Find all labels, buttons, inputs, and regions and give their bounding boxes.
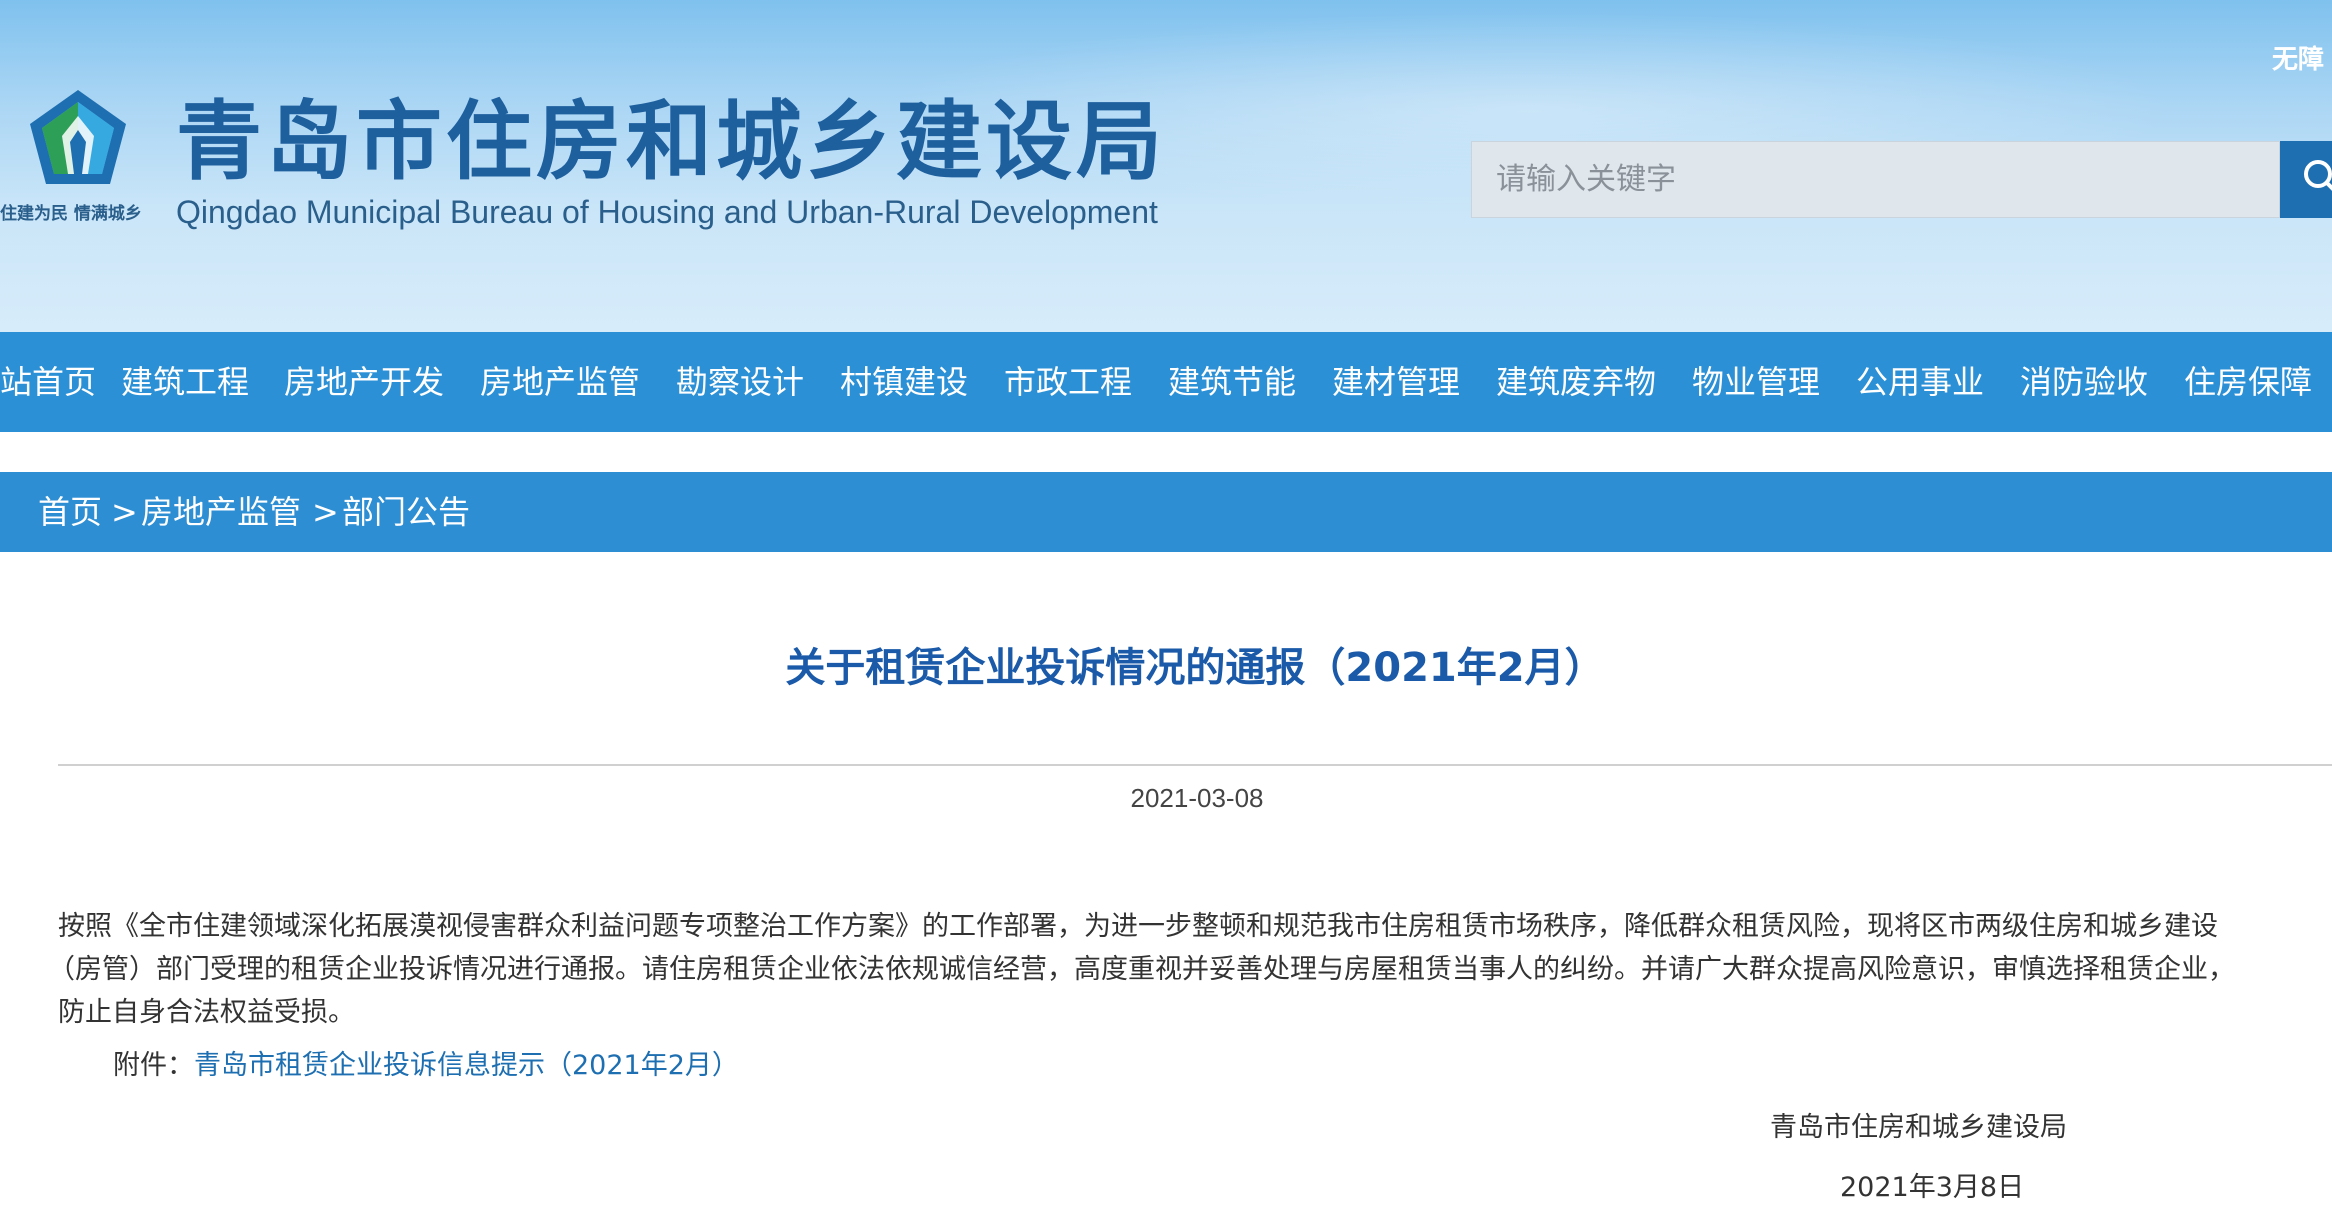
site-subtitle: Qingdao Municipal Bureau of Housing and … <box>176 194 1158 230</box>
breadcrumb-home[interactable]: 首页 <box>38 472 102 552</box>
search-button[interactable] <box>2280 141 2332 218</box>
nav-item-municipal-engineering[interactable]: 市政工程 <box>1004 332 1132 432</box>
site-title: 青岛市住房和城乡建设局 <box>176 92 1166 192</box>
main-nav: 网站首页 建筑工程 房地产开发 房地产监管 勘察设计 村镇建设 市政工程 建筑节… <box>0 332 2332 432</box>
article-body-line: （房管）部门受理的租赁企业投诉情况进行通报。请住房租赁企业依法依规诚信经营，高度… <box>48 954 2235 985</box>
search-input[interactable] <box>1471 141 2280 218</box>
breadcrumb: 首页 > 房地产监管 > 部门公告 <box>0 472 2332 552</box>
publish-date: 2021-03-08 <box>1130 783 1264 813</box>
nav-item-real-estate-supervision[interactable]: 房地产监管 <box>480 332 640 432</box>
signature-date: 2021年3月8日 <box>1840 1172 2025 1203</box>
attachment: 附件：青岛市租赁企业投诉信息提示（2021年2月） <box>113 1046 739 1086</box>
logo-emblem-icon <box>30 90 126 184</box>
article-body-line: 按照《全市住建领域深化拓展漠视侵害群众利益问题专项整治工作方案》的工作部署，为进… <box>58 911 2218 942</box>
article-body: 按照《全市住建领域深化拓展漠视侵害群众利益问题专项整治工作方案》的工作部署，为进… <box>48 905 2332 1034</box>
title-divider <box>58 764 2332 766</box>
nav-item-public-utilities[interactable]: 公用事业 <box>1856 332 1984 432</box>
nav-item-construction-waste[interactable]: 建筑废弃物 <box>1496 332 1656 432</box>
nav-item-village-construction[interactable]: 村镇建设 <box>840 332 968 432</box>
article-title: 关于租赁企业投诉情况的通报（2021年2月） <box>785 645 1605 691</box>
nav-item-property-management[interactable]: 物业管理 <box>1692 332 1820 432</box>
breadcrumb-department-notices[interactable]: 部门公告 <box>342 472 470 552</box>
article-body-line: 防止自身合法权益受损。 <box>58 997 355 1028</box>
nav-item-real-estate-development[interactable]: 房地产开发 <box>284 332 444 432</box>
nav-item-construction[interactable]: 建筑工程 <box>121 332 249 432</box>
attachment-label: 附件： <box>113 1050 194 1081</box>
signature-organization: 青岛市住房和城乡建设局 <box>1770 1112 2067 1143</box>
breadcrumb-separator: > <box>312 493 339 531</box>
nav-item-building-materials[interactable]: 建材管理 <box>1332 332 1460 432</box>
breadcrumb-real-estate-supervision[interactable]: 房地产监管 <box>141 472 301 552</box>
header-banner: 青岛市住房和城乡建设局 Qingdao Municipal Bureau of … <box>0 0 2332 332</box>
nav-item-fire-acceptance[interactable]: 消防验收 <box>2020 332 2148 432</box>
nav-item-building-energy[interactable]: 建筑节能 <box>1168 332 1296 432</box>
nav-item-home[interactable]: 网站首页 <box>0 332 96 432</box>
site-slogan: 住建为民 情满城乡 <box>0 204 142 224</box>
nav-item-housing-security[interactable]: 住房保障 <box>2184 332 2312 432</box>
breadcrumb-separator: > <box>111 493 138 531</box>
attachment-link[interactable]: 青岛市租赁企业投诉信息提示（2021年2月） <box>194 1050 739 1081</box>
accessibility-link[interactable]: 无障 <box>2272 42 2332 78</box>
nav-item-survey-design[interactable]: 勘察设计 <box>676 332 804 432</box>
search-icon <box>2304 160 2332 191</box>
